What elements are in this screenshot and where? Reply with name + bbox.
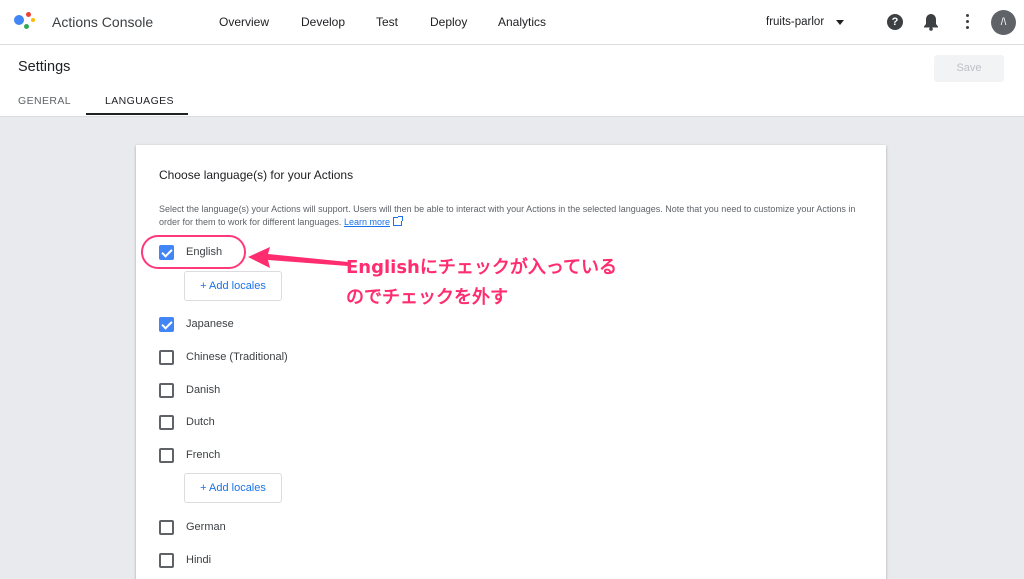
app-title[interactable]: Actions Console (52, 14, 153, 30)
checkbox-chinese-traditional[interactable] (159, 350, 174, 365)
annotation-note: Englishにチェックが入っている のでチェックを外す (346, 253, 617, 313)
checkbox-japanese[interactable] (159, 317, 174, 332)
annotation-line-1: Englishにチェックが入っている (346, 257, 617, 278)
more-options-icon[interactable] (962, 14, 972, 32)
top-app-bar: Actions Console Overview Develop Test De… (0, 0, 1024, 45)
annotation-arrow-icon (248, 247, 348, 268)
annotation-line-2: のでチェックを外す (346, 287, 508, 308)
tab-languages[interactable]: LANGUAGES (105, 95, 174, 107)
language-label: Danish (186, 384, 221, 396)
language-label: Japanese (186, 318, 234, 330)
add-locales-button-french[interactable]: + Add locales (184, 473, 282, 503)
nav-overview[interactable]: Overview (219, 15, 269, 29)
learn-more-link[interactable]: Learn more (344, 217, 390, 227)
checkbox-hindi[interactable] (159, 553, 174, 568)
tab-general[interactable]: GENERAL (18, 95, 71, 107)
settings-header: Settings Save GENERAL LANGUAGES (0, 45, 1024, 117)
language-label: Dutch (186, 416, 215, 428)
page-title: Settings (18, 59, 71, 75)
checkbox-french[interactable] (159, 448, 174, 463)
language-label: German (186, 521, 226, 533)
chevron-down-icon[interactable] (836, 20, 844, 25)
card-title: Choose language(s) for your Actions (159, 168, 354, 182)
card-description: Select the language(s) your Actions will… (159, 203, 859, 229)
add-locales-button-english[interactable]: + Add locales (184, 271, 282, 301)
language-label: French (186, 449, 221, 461)
project-selector[interactable]: fruits-parlor (766, 16, 824, 28)
help-icon[interactable]: ? (887, 14, 903, 30)
nav-analytics[interactable]: Analytics (498, 15, 546, 29)
language-label: Hindi (186, 554, 212, 566)
notifications-bell-icon[interactable] (923, 13, 939, 31)
annotation-highlight-ring (141, 235, 246, 269)
nav-develop[interactable]: Develop (301, 15, 345, 29)
language-label: Chinese (Traditional) (186, 351, 288, 363)
nav-test[interactable]: Test (376, 15, 398, 29)
checkbox-dutch[interactable] (159, 415, 174, 430)
description-text: Select the language(s) your Actions will… (159, 204, 856, 227)
checkbox-danish[interactable] (159, 383, 174, 398)
actions-logo-icon[interactable] (14, 12, 36, 32)
external-link-icon[interactable] (392, 216, 403, 226)
nav-deploy[interactable]: Deploy (430, 15, 467, 29)
checkbox-german[interactable] (159, 520, 174, 535)
active-tab-indicator (86, 113, 188, 115)
save-button[interactable]: Save (934, 55, 1004, 82)
avatar[interactable]: /\ (991, 10, 1016, 35)
